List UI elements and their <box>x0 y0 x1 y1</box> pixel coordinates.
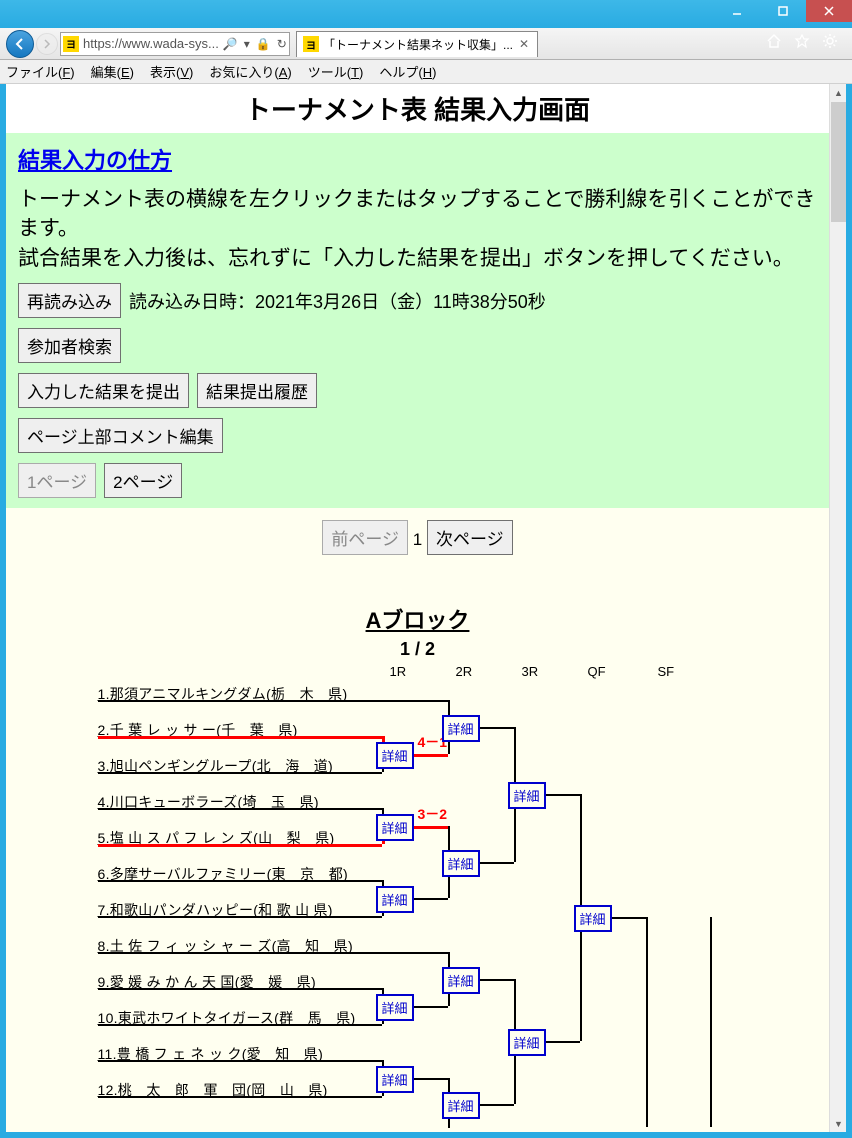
submit-history-button[interactable]: 結果提出履歴 <box>197 373 317 408</box>
detail-button[interactable]: 詳細 <box>442 967 480 994</box>
control-panel: 結果入力の仕方 トーナメント表の横線を左クリックまたはタップすることで勝利線を引… <box>6 133 829 508</box>
bracket-line[interactable] <box>98 1096 382 1098</box>
bracket-line[interactable] <box>98 1060 382 1062</box>
content-area: トーナメント表 結果入力画面 結果入力の仕方 トーナメント表の横線を左クリックま… <box>0 84 852 1138</box>
vertical-scrollbar[interactable]: ▲ ▼ <box>829 84 846 1132</box>
bracket-line[interactable] <box>98 772 382 774</box>
round-2r: 2R <box>456 664 473 679</box>
bracket-line[interactable] <box>98 808 382 810</box>
scroll-down-arrow[interactable]: ▼ <box>830 1115 847 1132</box>
favorites-icon[interactable] <box>794 33 810 54</box>
menu-edit[interactable]: 編集(E) <box>91 62 134 81</box>
bracket-line[interactable] <box>710 917 712 1127</box>
menu-help[interactable]: ヘルプ(H) <box>379 62 436 81</box>
detail-button[interactable]: 詳細 <box>508 782 546 809</box>
tab-close-button[interactable]: ✕ <box>517 37 531 51</box>
submit-results-button[interactable]: 入力した結果を提出 <box>18 373 189 408</box>
scroll-viewport: トーナメント表 結果入力画面 結果入力の仕方 トーナメント表の横線を左クリックま… <box>6 84 829 1132</box>
close-button[interactable] <box>806 0 852 22</box>
detail-button[interactable]: 詳細 <box>376 742 414 769</box>
site-icon: ヨ <box>63 36 79 52</box>
edit-top-comment-button[interactable]: ページ上部コメント編集 <box>18 418 223 453</box>
browser-window: ヨ https://www.wada-sys... 🔎▾ 🔒 ↻ ヨ 「トーナメ… <box>0 0 852 1138</box>
titlebar <box>0 0 852 28</box>
lock-icon: 🔒 <box>256 37 271 51</box>
navbar: ヨ https://www.wada-sys... 🔎▾ 🔒 ↻ ヨ 「トーナメ… <box>0 28 852 60</box>
menu-favorites[interactable]: お気に入り(A) <box>209 62 291 81</box>
home-icon[interactable] <box>766 33 782 54</box>
detail-button[interactable]: 詳細 <box>376 1066 414 1093</box>
gear-icon[interactable] <box>822 33 838 54</box>
nav-back-button[interactable] <box>6 30 34 58</box>
bracket-line[interactable] <box>98 1024 382 1026</box>
bracket-line[interactable] <box>98 700 448 702</box>
instruction-text-1: トーナメント表の横線を左クリックまたはタップすることで勝利線を引くことができます… <box>18 185 817 244</box>
detail-button[interactable]: 詳細 <box>442 1092 480 1119</box>
bracket-line[interactable] <box>98 916 382 918</box>
bracket-line[interactable] <box>98 952 448 954</box>
bracket-panel: 前ページ 1 次ページ Aブロック 1 / 2 1R 2R 3R QF SF <box>6 508 829 1132</box>
menu-tools[interactable]: ツール(T) <box>308 62 364 81</box>
round-sf: SF <box>658 664 675 679</box>
current-page-number: 1 <box>413 530 422 549</box>
round-qf: QF <box>588 664 606 679</box>
page-title: トーナメント表 結果入力画面 <box>6 84 829 133</box>
menu-view[interactable]: 表示(V) <box>150 62 193 81</box>
bracket-line[interactable] <box>98 880 382 882</box>
page1-button[interactable]: 1ページ <box>18 463 96 498</box>
bracket: 1R 2R 3R QF SF 1.那須アニマルキングダム(栃 木 県) 2.千 … <box>38 664 798 1132</box>
instruction-text-2: 試合結果を入力後は、忘れずに「入力した結果を提出」ボタンを押してください。 <box>18 244 817 273</box>
search-icon[interactable]: 🔎 <box>223 37 238 51</box>
nav-forward-button[interactable] <box>36 33 58 55</box>
page2-button[interactable]: 2ページ <box>104 463 182 498</box>
score-label: 3－2 <box>418 804 448 824</box>
detail-button[interactable]: 詳細 <box>442 850 480 877</box>
detail-button[interactable]: 詳細 <box>442 715 480 742</box>
detail-button[interactable]: 詳細 <box>508 1029 546 1056</box>
scrollbar-thumb[interactable] <box>831 102 846 222</box>
menubar: ファイル(F) 編集(E) 表示(V) お気に入り(A) ツール(T) ヘルプ(… <box>0 60 852 84</box>
next-page-button[interactable]: 次ページ <box>427 520 513 555</box>
browser-tab[interactable]: ヨ 「トーナメント結果ネット収集」... ✕ <box>296 31 538 57</box>
block-title: Aブロック <box>6 603 829 635</box>
nav-tool-icons <box>766 33 846 54</box>
detail-button[interactable]: 詳細 <box>376 814 414 841</box>
search-participants-button[interactable]: 参加者検索 <box>18 328 121 363</box>
bracket-line[interactable] <box>646 917 648 1127</box>
reload-timestamp: 読み込み日時：2021年3月26日（金）11時38分50秒 <box>129 288 546 314</box>
bracket-line[interactable] <box>98 988 382 990</box>
prev-page-button[interactable]: 前ページ <box>322 520 408 555</box>
scroll-up-arrow[interactable]: ▲ <box>830 84 847 101</box>
tab-title: 「トーナメント結果ネット収集」... <box>323 36 513 53</box>
round-3r: 3R <box>522 664 539 679</box>
address-text: https://www.wada-sys... <box>83 36 219 51</box>
detail-button[interactable]: 詳細 <box>376 994 414 1021</box>
menu-file[interactable]: ファイル(F) <box>6 62 75 81</box>
refresh-icon[interactable]: ↻ <box>277 37 287 51</box>
tab-icon: ヨ <box>303 36 319 52</box>
block-subtitle: 1 / 2 <box>6 639 829 660</box>
minimize-button[interactable] <box>714 0 760 22</box>
bracket-line[interactable] <box>98 736 382 739</box>
address-bar[interactable]: ヨ https://www.wada-sys... 🔎▾ 🔒 ↻ <box>60 32 290 56</box>
maximize-button[interactable] <box>760 0 806 22</box>
detail-button[interactable]: 詳細 <box>376 886 414 913</box>
howto-link[interactable]: 結果入力の仕方 <box>18 148 172 173</box>
detail-button[interactable]: 詳細 <box>574 905 612 932</box>
round-1r: 1R <box>390 664 407 679</box>
bracket-line[interactable] <box>98 844 382 847</box>
reload-button[interactable]: 再読み込み <box>18 283 121 318</box>
